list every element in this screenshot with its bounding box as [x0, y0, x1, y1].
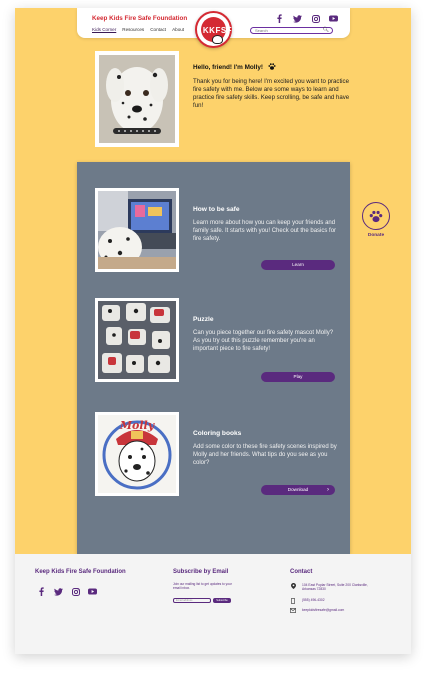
- learn-button[interactable]: Learn: [261, 260, 335, 270]
- chevron-right-icon: ›: [327, 487, 329, 493]
- download-button[interactable]: Download ›: [261, 485, 335, 495]
- nav-resources[interactable]: Resources: [122, 27, 144, 32]
- instagram-icon[interactable]: [311, 14, 320, 23]
- contact-address: 104 East Poplar Street, Suite 200 Clarks…: [290, 583, 380, 592]
- site-footer: Keep Kids Fire Safe Foundation Subscribe…: [15, 554, 411, 654]
- dalmatian-logo-icon: [212, 35, 223, 44]
- site-logo[interactable]: KKFSF: [195, 11, 232, 48]
- search-icon[interactable]: 🔍︎: [323, 28, 329, 33]
- nav-about[interactable]: About: [172, 27, 184, 32]
- logo-badge: KKFSF: [201, 17, 232, 44]
- card-image-puzzle[interactable]: [95, 298, 179, 382]
- nav-kids-corner[interactable]: Kids Corner: [92, 27, 116, 32]
- facebook-icon[interactable]: [37, 587, 46, 596]
- brand-name[interactable]: Keep Kids Fire Safe Foundation: [92, 15, 187, 22]
- logo-text: KKFSF: [202, 26, 233, 35]
- header-socials: [275, 14, 338, 23]
- card-image-safety[interactable]: [95, 188, 179, 272]
- donate-paw-icon: [362, 202, 390, 230]
- card-image-coloring[interactable]: Molly: [95, 412, 179, 496]
- intro-title-text: Hello, friend! I'm Molly!: [193, 64, 264, 71]
- location-pin-icon: [290, 583, 296, 592]
- phone-icon: [290, 598, 296, 605]
- youtube-icon[interactable]: [329, 14, 338, 23]
- contact-title: Contact: [290, 569, 313, 575]
- subscribe-title: Subscribe by Email: [173, 569, 229, 575]
- youtube-icon[interactable]: [88, 587, 97, 596]
- footer-brand: Keep Kids Fire Safe Foundation: [35, 569, 126, 575]
- main-nav: Kids Corner Resources Contact About: [92, 27, 184, 32]
- donate-label: Donate: [367, 233, 385, 238]
- contact-email[interactable]: keepkidsfiresafe@gmail.com: [290, 608, 380, 614]
- subscribe-email-input[interactable]: Email address: [173, 598, 211, 603]
- subscribe-text: Join our mailing list to get updates to …: [173, 582, 232, 591]
- donate-button[interactable]: Donate: [361, 202, 391, 238]
- subscribe-placeholder: Email address: [176, 599, 193, 602]
- learn-button-label: Learn: [292, 262, 304, 267]
- instagram-icon[interactable]: [71, 587, 80, 596]
- nav-contact[interactable]: Contact: [150, 27, 166, 32]
- card-title-puzzle: Puzzle: [193, 316, 214, 323]
- coloring-book-title: Molly: [119, 419, 155, 432]
- twitter-icon[interactable]: [293, 14, 302, 23]
- contact-phone[interactable]: (555) 496-4302: [290, 598, 380, 605]
- phone-text: (555) 496-4302: [302, 598, 325, 602]
- intro-heading: Hello, friend! I'm Molly!: [193, 63, 276, 72]
- play-button[interactable]: Play: [261, 372, 335, 382]
- card-text-puzzle: Can you piece together our fire safety m…: [193, 330, 334, 352]
- footer-socials: [37, 587, 97, 596]
- page: Keep Kids Fire Safe Foundation Kids Corn…: [15, 8, 411, 654]
- card-title-safety: How to be safe: [193, 206, 240, 213]
- molly-photo: [95, 51, 179, 147]
- twitter-icon[interactable]: [54, 587, 63, 596]
- email-icon: [290, 608, 297, 614]
- card-text-safety: Learn more about how you can keep your f…: [193, 220, 337, 242]
- intro-text: Thank you for being here! I'm excited yo…: [193, 78, 350, 110]
- facebook-icon[interactable]: [275, 14, 284, 23]
- subscribe-button[interactable]: Subscribe: [213, 598, 231, 603]
- card-title-coloring: Coloring books: [193, 430, 242, 437]
- download-button-label: Download: [287, 487, 309, 492]
- play-button-label: Play: [293, 374, 303, 379]
- card-text-coloring: Add some color to these fire safety scen…: [193, 444, 337, 466]
- address-text: 104 East Poplar Street, Suite 200 Clarks…: [302, 583, 368, 592]
- search-placeholder: Search: [255, 28, 268, 33]
- paw-icon: [268, 63, 276, 72]
- email-text: keepkidsfiresafe@gmail.com: [302, 608, 345, 612]
- search-input[interactable]: Search 🔍︎: [250, 27, 333, 34]
